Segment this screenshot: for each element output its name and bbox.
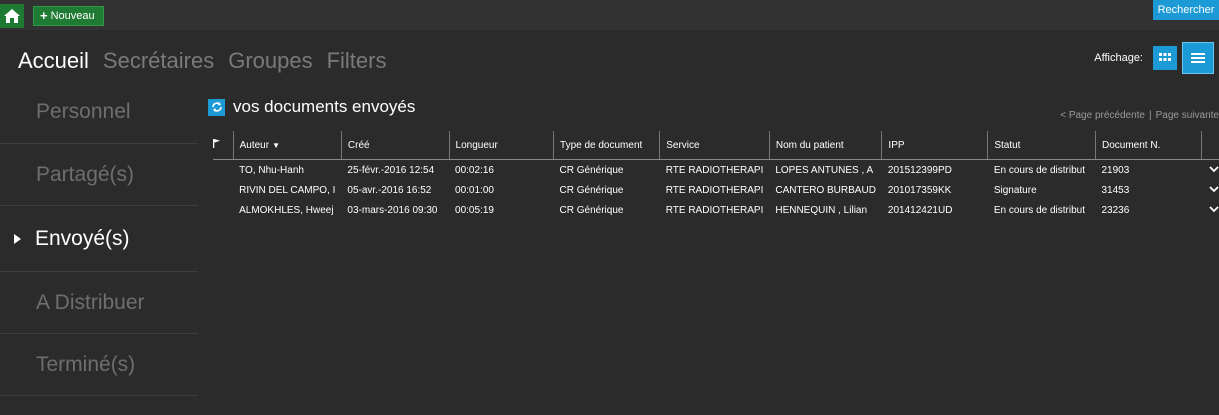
documents-table: Auteur ▼ Créé Longueur Type de document S… <box>213 131 1219 220</box>
home-icon[interactable] <box>0 4 24 28</box>
cell-cree: 03-mars-2016 09:30 <box>347 204 438 216</box>
chevron-down-icon[interactable] <box>1201 180 1219 200</box>
column-header-type[interactable]: Type de document <box>553 131 660 160</box>
cell-auteur: TO, Nhu-Hanh <box>239 164 304 176</box>
cell-type: CR Générique <box>559 184 624 196</box>
cell-statut: En cours de distribut <box>993 164 1085 176</box>
cell-type: CR Générique <box>559 164 624 176</box>
main-nav: Accueil Secrétaires Groupes Filters <box>18 48 400 74</box>
cell-ipp: 201017359KK <box>887 184 952 196</box>
display-toggle: Affichage: <box>1094 42 1214 74</box>
triangle-right-icon <box>14 233 21 244</box>
cell-service: RTE RADIOTHERAPI <box>665 184 764 196</box>
cell-cree: 05-avr.-2016 16:52 <box>347 184 432 196</box>
top-bar: + Nouveau Rechercher <box>0 0 1219 30</box>
column-header-extra <box>1200 131 1219 160</box>
cell-statut: En cours de distribut <box>993 204 1085 216</box>
sidebar: Personnel Partagé(s) Envoyé(s) A Distrib… <box>0 80 198 396</box>
cell-patient: HENNEQUIN , Lilian <box>775 204 868 216</box>
tab-groupes[interactable]: Groupes <box>228 48 312 73</box>
new-button-label: Nouveau <box>50 10 95 22</box>
cell-service: RTE RADIOTHERAPI <box>665 164 764 176</box>
column-header-auteur[interactable]: Auteur ▼ <box>232 131 342 160</box>
column-header-patient[interactable]: Nom du patient <box>768 131 882 160</box>
sidebar-item-label: Envoyé(s) <box>35 226 130 250</box>
cell-document: 31453 <box>1101 184 1130 196</box>
column-header-statut[interactable]: Statut <box>987 131 1096 160</box>
tab-accueil[interactable]: Accueil <box>18 48 89 73</box>
new-button[interactable]: + Nouveau <box>33 6 104 26</box>
previous-page-link[interactable]: < Page précédente <box>1060 110 1145 121</box>
cell-document: 23236 <box>1101 204 1130 216</box>
list-icon <box>1191 53 1205 63</box>
cell-longueur: 00:01:00 <box>455 184 494 196</box>
table-row[interactable]: RIVIN DEL CAMPO, I 05-avr.-2016 16:52 00… <box>213 180 1219 200</box>
plus-icon: + <box>40 8 48 23</box>
pager: < Page précédente | Page suivante <box>1060 110 1219 121</box>
display-label: Affichage: <box>1094 52 1143 64</box>
cell-auteur: RIVIN DEL CAMPO, I <box>239 184 336 196</box>
cell-patient: LOPES ANTUNES , A <box>775 164 874 176</box>
cell-document: 21903 <box>1101 164 1130 176</box>
sort-down-icon: ▼ <box>272 140 280 150</box>
chevron-down-icon[interactable] <box>1201 160 1219 181</box>
tab-filters[interactable]: Filters <box>327 48 387 73</box>
cell-longueur: 00:02:16 <box>455 164 494 176</box>
tab-secretaires[interactable]: Secrétaires <box>103 48 214 73</box>
cell-patient: CANTERO BURBAUD <box>775 184 876 196</box>
cell-service: RTE RADIOTHERAPI <box>665 204 764 216</box>
list-view-button[interactable] <box>1182 42 1214 74</box>
sidebar-item-termines[interactable]: Terminé(s) <box>0 334 198 396</box>
cell-ipp: 201412421UD <box>887 204 953 216</box>
chevron-down-icon[interactable] <box>1201 200 1219 220</box>
column-header-cree[interactable]: Créé <box>340 131 450 160</box>
sidebar-item-partages[interactable]: Partagé(s) <box>0 144 198 206</box>
documents-title: vos documents envoyés <box>208 97 415 117</box>
column-header-longueur[interactable]: Longueur <box>448 131 554 160</box>
next-page-link[interactable]: Page suivante <box>1156 110 1219 121</box>
refresh-icon[interactable] <box>208 98 225 116</box>
grid-icon <box>1159 53 1171 61</box>
sidebar-item-personnel[interactable]: Personnel <box>0 80 198 144</box>
page-title: vos documents envoyés <box>233 97 416 116</box>
cell-auteur: ALMOKHLES, Hweej <box>239 204 334 216</box>
search-button[interactable]: Rechercher <box>1153 0 1219 20</box>
flag-column-header[interactable] <box>213 131 234 160</box>
cell-type: CR Générique <box>559 204 624 216</box>
column-header-service[interactable]: Service <box>659 131 770 160</box>
flag-icon <box>213 139 220 148</box>
cell-longueur: 00:05:19 <box>455 204 494 216</box>
table-header-row: Auteur ▼ Créé Longueur Type de document S… <box>213 131 1219 160</box>
table-row[interactable]: TO, Nhu-Hanh 25-févr.-2016 12:54 00:02:1… <box>213 160 1219 181</box>
column-header-ipp[interactable]: IPP <box>881 131 988 160</box>
cell-cree: 25-févr.-2016 12:54 <box>347 164 435 176</box>
cell-ipp: 201512399PD <box>887 164 952 176</box>
cell-statut: Signature <box>993 184 1037 196</box>
grid-view-button[interactable] <box>1153 46 1177 70</box>
table-row[interactable]: ALMOKHLES, Hweej 03-mars-2016 09:30 00:0… <box>213 200 1219 220</box>
column-header-document[interactable]: Document N. <box>1095 131 1202 160</box>
sidebar-item-a-distribuer[interactable]: A Distribuer <box>0 272 198 334</box>
sidebar-item-envoyes[interactable]: Envoyé(s) <box>0 206 198 272</box>
